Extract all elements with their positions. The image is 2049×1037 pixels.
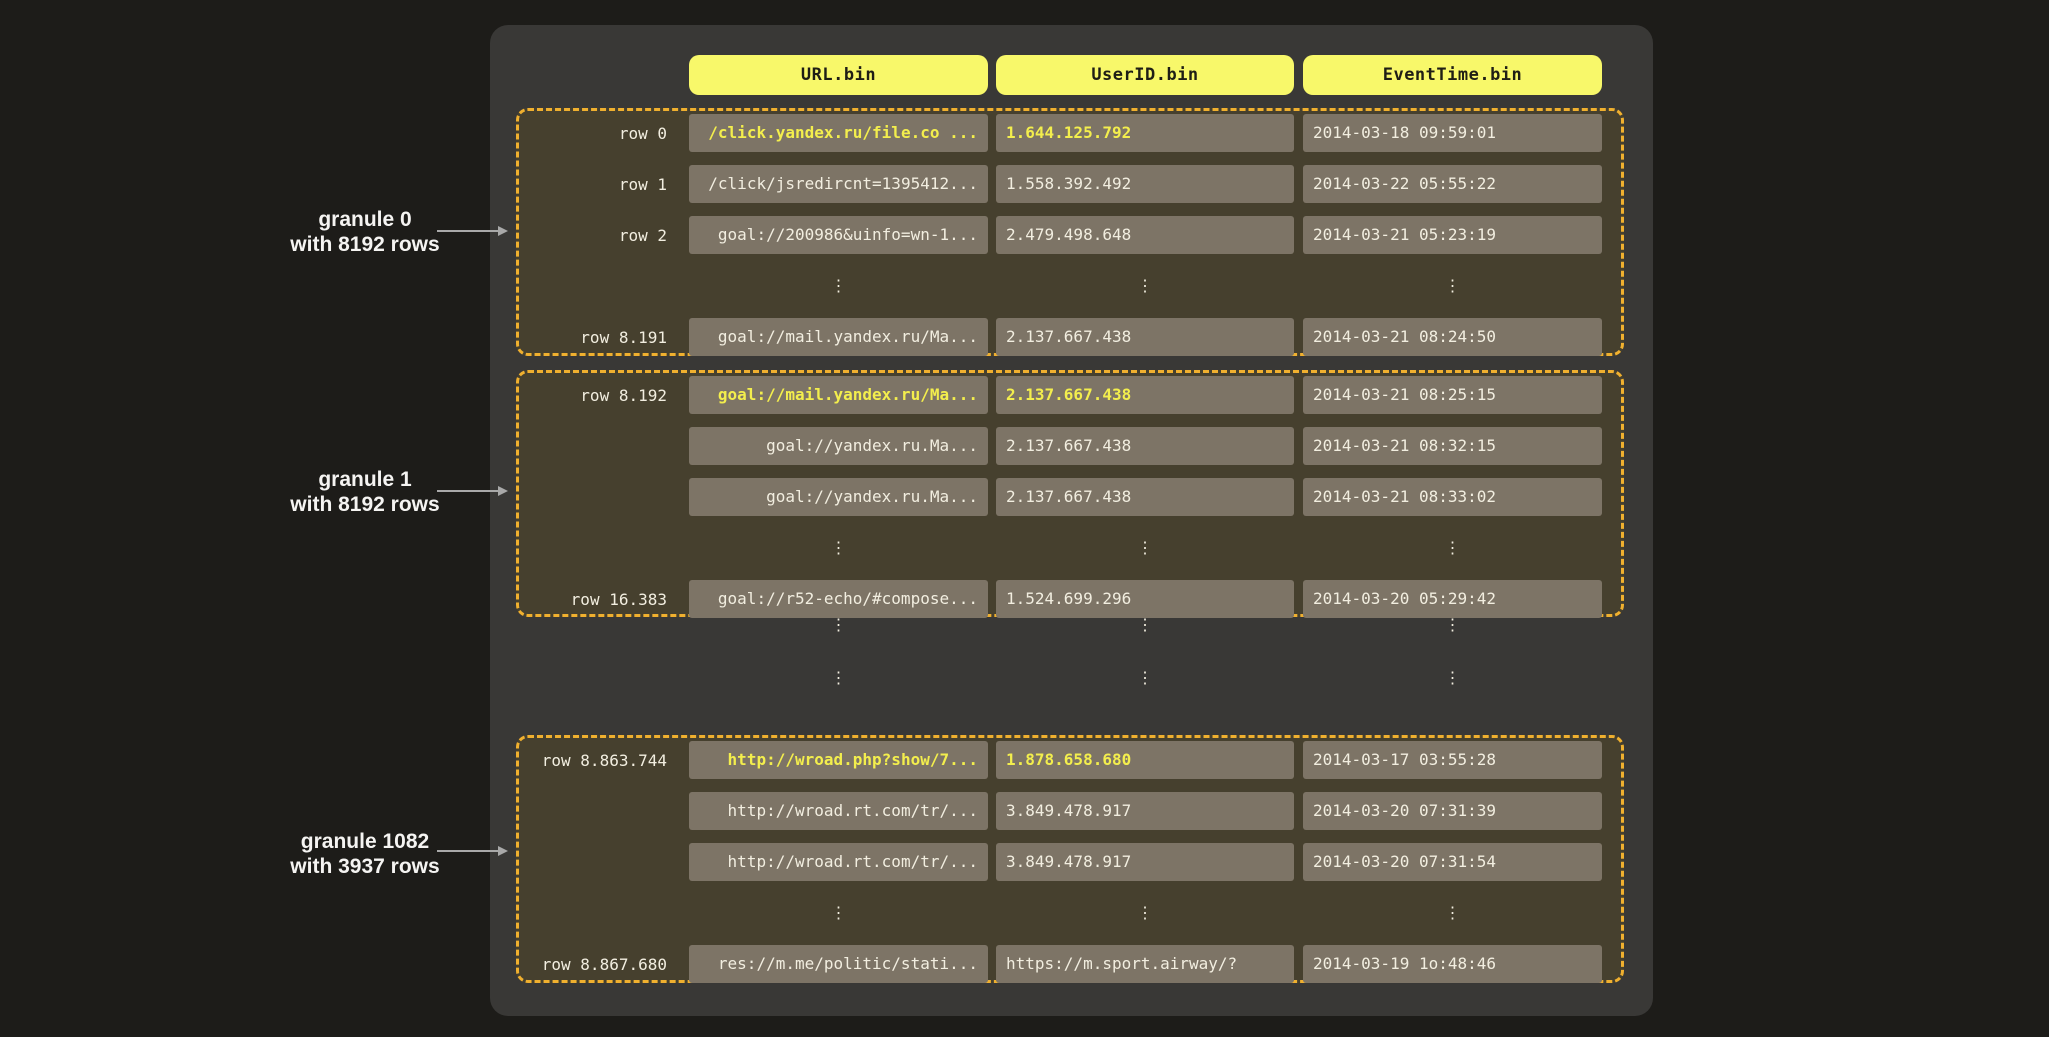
url-cell: goal://yandex.ru.Ma...	[689, 478, 988, 516]
url-cell: goal://mail.yandex.ru/Ma...	[689, 376, 988, 414]
eventtime-cell: 2014-03-20 07:31:54	[1303, 843, 1602, 881]
row-label: row 2	[519, 226, 689, 245]
vertical-ellipsis-icon: ⋮	[1303, 606, 1602, 644]
vertical-ellipsis-icon: ⋮	[996, 659, 1294, 697]
userid-cell: 1.878.658.680	[996, 741, 1294, 779]
userid-cell: 2.479.498.648	[996, 216, 1294, 254]
userid-cell: 1.558.392.492	[996, 165, 1294, 203]
granule-1-label: granule 1 with 8192 rows	[255, 467, 475, 517]
column-header-url-bin: URL.bin	[689, 55, 988, 95]
row-label: row 8.192	[519, 386, 689, 405]
vertical-ellipsis-icon: ⋮	[996, 606, 1294, 644]
eventtime-cell: 2014-03-19 1o:48:46	[1303, 945, 1602, 983]
table-row: row 8.863.744 http://wroad.php?show/7...…	[519, 741, 1621, 779]
ellipsis-row: ⋮ ⋮ ⋮	[519, 659, 1621, 697]
vertical-ellipsis-icon: ⋮	[996, 267, 1294, 305]
ellipsis-row: ⋮ ⋮ ⋮	[519, 529, 1621, 567]
table-row: row 1 /click/jsredircnt=1395412... 1.558…	[519, 165, 1621, 203]
vertical-ellipsis-icon: ⋮	[689, 894, 988, 932]
granule-0-label: granule 0 with 8192 rows	[255, 207, 475, 257]
granule-1-pointer-arrow-icon	[437, 490, 499, 492]
granule-1082-pointer-arrow-icon	[437, 850, 499, 852]
userid-cell: 2.137.667.438	[996, 318, 1294, 356]
granule-1082-label: granule 1082 with 3937 rows	[255, 829, 475, 879]
ellipsis-row: ⋮ ⋮ ⋮	[519, 267, 1621, 305]
granule-0-pointer-arrow-icon	[437, 230, 499, 232]
url-cell: http://wroad.rt.com/tr/...	[689, 792, 988, 830]
ellipsis-row: ⋮ ⋮ ⋮	[519, 606, 1621, 644]
table-row: http://wroad.rt.com/tr/... 3.849.478.917…	[519, 792, 1621, 830]
url-cell: goal://200986&uinfo=wn-1...	[689, 216, 988, 254]
url-cell: /click.yandex.ru/file.co ...	[689, 114, 988, 152]
table-row: row 8.192 goal://mail.yandex.ru/Ma... 2.…	[519, 376, 1621, 414]
table-row: row 0 /click.yandex.ru/file.co ... 1.644…	[519, 114, 1621, 152]
vertical-ellipsis-icon: ⋮	[1303, 659, 1602, 697]
url-cell: /click/jsredircnt=1395412...	[689, 165, 988, 203]
table-row: goal://yandex.ru.Ma... 2.137.667.438 201…	[519, 478, 1621, 516]
row-label: row 0	[519, 124, 689, 143]
granule-label-line2: with 8192 rows	[255, 232, 475, 257]
table-row: goal://yandex.ru.Ma... 2.137.667.438 201…	[519, 427, 1621, 465]
eventtime-cell: 2014-03-21 05:23:19	[1303, 216, 1602, 254]
column-header-eventtime-bin: EventTime.bin	[1303, 55, 1602, 95]
url-cell: goal://mail.yandex.ru/Ma...	[689, 318, 988, 356]
url-cell: res://m.me/politic/stati...	[689, 945, 988, 983]
vertical-ellipsis-icon: ⋮	[689, 659, 988, 697]
url-cell: goal://yandex.ru.Ma...	[689, 427, 988, 465]
vertical-ellipsis-icon: ⋮	[1303, 267, 1602, 305]
table-row: row 8.191 goal://mail.yandex.ru/Ma... 2.…	[519, 318, 1621, 356]
vertical-ellipsis-icon: ⋮	[996, 894, 1294, 932]
vertical-ellipsis-icon: ⋮	[996, 529, 1294, 567]
eventtime-cell: 2014-03-17 03:55:28	[1303, 741, 1602, 779]
granule-label-line1: granule 1	[255, 467, 475, 492]
vertical-ellipsis-icon: ⋮	[1303, 529, 1602, 567]
vertical-ellipsis-icon: ⋮	[689, 267, 988, 305]
table-row: row 8.867.680 res://m.me/politic/stati..…	[519, 945, 1621, 983]
userid-cell: 3.849.478.917	[996, 843, 1294, 881]
eventtime-cell: 2014-03-21 08:33:02	[1303, 478, 1602, 516]
granule-label-line2: with 8192 rows	[255, 492, 475, 517]
column-header-userid-bin: UserID.bin	[996, 55, 1294, 95]
url-cell: http://wroad.php?show/7...	[689, 741, 988, 779]
userid-cell: 2.137.667.438	[996, 478, 1294, 516]
row-label: row 1	[519, 175, 689, 194]
vertical-ellipsis-icon: ⋮	[689, 606, 988, 644]
url-cell: http://wroad.rt.com/tr/...	[689, 843, 988, 881]
eventtime-cell: 2014-03-18 09:59:01	[1303, 114, 1602, 152]
vertical-ellipsis-icon: ⋮	[1303, 894, 1602, 932]
table-row: http://wroad.rt.com/tr/... 3.849.478.917…	[519, 843, 1621, 881]
row-label: row 8.863.744	[519, 751, 689, 770]
vertical-ellipsis-icon: ⋮	[689, 529, 988, 567]
diagram-canvas: URL.bin UserID.bin EventTime.bin row 0 /…	[0, 0, 2049, 1037]
eventtime-cell: 2014-03-21 08:25:15	[1303, 376, 1602, 414]
granule-label-line2: with 3937 rows	[255, 854, 475, 879]
userid-cell: 2.137.667.438	[996, 376, 1294, 414]
userid-cell: https://m.sport.airway/?	[996, 945, 1294, 983]
eventtime-cell: 2014-03-22 05:55:22	[1303, 165, 1602, 203]
eventtime-cell: 2014-03-21 08:24:50	[1303, 318, 1602, 356]
userid-cell: 2.137.667.438	[996, 427, 1294, 465]
granule-label-line1: granule 0	[255, 207, 475, 232]
eventtime-cell: 2014-03-21 08:32:15	[1303, 427, 1602, 465]
userid-cell: 1.644.125.792	[996, 114, 1294, 152]
ellipsis-row: ⋮ ⋮ ⋮	[519, 894, 1621, 932]
granule-0-box: row 0 /click.yandex.ru/file.co ... 1.644…	[516, 108, 1624, 356]
granule-1082-box: row 8.863.744 http://wroad.php?show/7...…	[516, 735, 1624, 983]
row-label: row 8.191	[519, 328, 689, 347]
granule-1-box: row 8.192 goal://mail.yandex.ru/Ma... 2.…	[516, 370, 1624, 617]
table-row: row 2 goal://200986&uinfo=wn-1... 2.479.…	[519, 216, 1621, 254]
eventtime-cell: 2014-03-20 07:31:39	[1303, 792, 1602, 830]
userid-cell: 3.849.478.917	[996, 792, 1294, 830]
row-label: row 8.867.680	[519, 955, 689, 974]
